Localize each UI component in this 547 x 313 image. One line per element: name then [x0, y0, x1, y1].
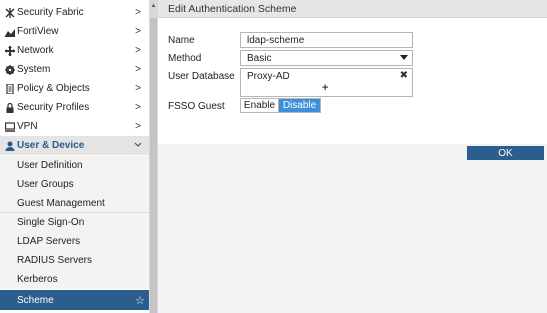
- sidebar-item-user-device[interactable]: User & Device: [0, 136, 149, 155]
- chevron-right-icon: >: [135, 7, 141, 18]
- sidebar-item-ldap-servers[interactable]: LDAP Servers: [0, 232, 149, 251]
- lock-icon: [4, 102, 16, 113]
- chevron-right-icon: >: [135, 83, 141, 94]
- fortiview-icon: [4, 27, 16, 37]
- sidebar-item-scheme[interactable]: Scheme ☆: [0, 290, 149, 310]
- sidebar-item-kerberos[interactable]: Kerberos: [0, 270, 149, 289]
- sidebar-item-security-fabric[interactable]: Security Fabric >: [0, 3, 149, 22]
- method-select[interactable]: Basic: [240, 50, 413, 66]
- name-label: Name: [168, 35, 195, 46]
- chevron-right-icon: >: [135, 121, 141, 132]
- fsso-enable-option[interactable]: Enable: [241, 99, 279, 112]
- sidebar-item-security-profiles[interactable]: Security Profiles >: [0, 98, 149, 117]
- user-database-field[interactable]: Proxy-AD ✖ +: [240, 68, 413, 97]
- sidebar-item-system[interactable]: System >: [0, 60, 149, 79]
- security-fabric-icon: [4, 7, 16, 18]
- user-database-label: User Database: [168, 71, 235, 82]
- sidebar-item-radius-servers[interactable]: RADIUS Servers: [0, 251, 149, 270]
- add-icon[interactable]: +: [322, 82, 328, 94]
- name-input[interactable]: ldap-scheme: [240, 32, 413, 48]
- sidebar-item-guest-management[interactable]: Guest Management: [0, 194, 149, 213]
- page-title: Edit Authentication Scheme: [168, 3, 297, 15]
- gear-icon: [4, 64, 16, 75]
- user-database-entry: Proxy-AD: [247, 71, 290, 82]
- star-icon[interactable]: ☆: [135, 294, 145, 307]
- method-label: Method: [168, 53, 202, 64]
- sidebar-item-single-sign-on[interactable]: Single Sign-On: [0, 213, 149, 232]
- chevron-right-icon: >: [135, 102, 141, 113]
- chevron-right-icon: >: [135, 45, 141, 56]
- dialog-footer: [158, 144, 547, 313]
- method-selected-value: Basic: [247, 52, 272, 64]
- sidebar: Security Fabric > FortiView > Network > …: [0, 0, 149, 313]
- remove-icon[interactable]: ✖: [400, 70, 408, 81]
- network-icon: [4, 45, 16, 56]
- sidebar-item-fortiview[interactable]: FortiView >: [0, 22, 149, 41]
- sidebar-item-user-groups[interactable]: User Groups: [0, 175, 149, 194]
- sidebar-item-user-definition[interactable]: User Definition: [0, 156, 149, 175]
- scrollbar-thumb[interactable]: [150, 18, 157, 313]
- sidebar-item-policy-objects[interactable]: Policy & Objects >: [0, 79, 149, 98]
- vpn-icon: [4, 121, 16, 132]
- dropdown-arrow-icon: [400, 55, 408, 60]
- chevron-right-icon: >: [135, 64, 141, 75]
- user-icon: [4, 141, 16, 151]
- dialog-header: Edit Authentication Scheme: [158, 0, 547, 18]
- sidebar-item-network[interactable]: Network >: [0, 41, 149, 60]
- sidebar-item-vpn[interactable]: VPN >: [0, 117, 149, 136]
- fsso-guest-toggle[interactable]: Enable Disable: [240, 98, 321, 113]
- fsso-guest-label: FSSO Guest: [168, 101, 225, 112]
- fsso-disable-option[interactable]: Disable: [279, 99, 320, 112]
- ok-button[interactable]: OK: [467, 146, 544, 160]
- chevron-down-icon: [131, 140, 145, 151]
- chevron-right-icon: >: [135, 26, 141, 37]
- scroll-up-arrow-icon[interactable]: ▲: [149, 0, 158, 12]
- policy-icon: [4, 83, 16, 94]
